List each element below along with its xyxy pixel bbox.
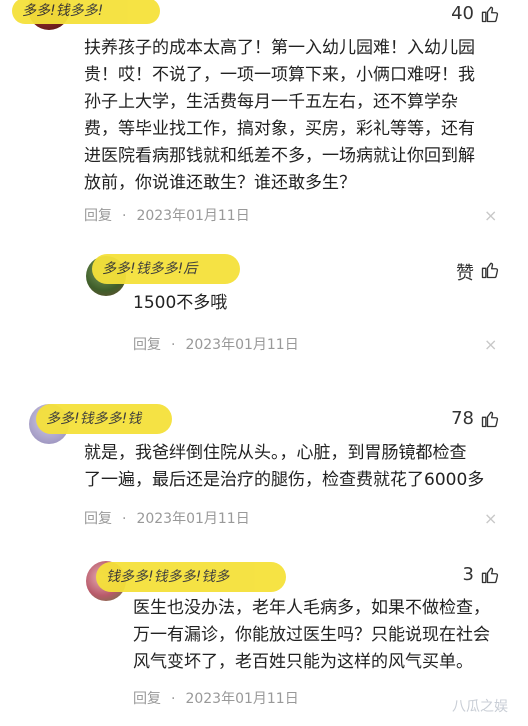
text-line: 了一遍，最后还是治疗的腿伤，检查费就花了6000多 (84, 470, 485, 490)
text-line: 进医院看病那钱就和纸差不多，一场病就让你回到解 (84, 146, 475, 166)
separator: · (122, 511, 127, 527)
close-icon[interactable]: × (484, 509, 497, 528)
comment-meta: 回复 · 2023年01月11日 (84, 508, 250, 528)
thumbs-up-icon[interactable] (480, 260, 500, 280)
comment-text: 1500不多哦 (133, 290, 513, 317)
text-line: 医生也没办法，老年人毛病多，如果不做检查， (133, 598, 490, 618)
like-count: 78 (451, 408, 474, 429)
reply-button[interactable]: 回复 (84, 511, 112, 527)
text-line: 放前，你说谁还敢生？谁还敢多生？ (84, 173, 356, 193)
watermark: 八瓜之娱 (452, 699, 508, 715)
username-badge[interactable]: 多多!钱多多!后 (92, 254, 240, 284)
comment-date: 2023年01月11日 (136, 208, 250, 224)
close-icon[interactable]: × (484, 206, 497, 225)
text-line: 孙子上大学，生活费每月一千五左右，还不算学杂 (84, 92, 458, 112)
reply-button[interactable]: 回复 (133, 691, 161, 707)
text-line: 费，等毕业找工作，搞对象，买房，彩礼等等，还有 (84, 119, 475, 139)
text-line: 风气变坏了，老百姓只能为这样的风气买单。 (133, 652, 473, 672)
separator: · (122, 208, 127, 224)
thumbs-up-icon[interactable] (480, 409, 500, 429)
reply-button[interactable]: 回复 (133, 337, 161, 353)
separator: · (171, 691, 176, 707)
text-line: 就是，我爸绊倒住院从头。，心脏，到胃肠镜都检查 (84, 443, 467, 463)
thumbs-up-icon[interactable] (480, 565, 500, 585)
reply-button[interactable]: 回复 (84, 208, 112, 224)
separator: · (171, 337, 176, 353)
like-count: 40 (451, 3, 474, 24)
comment-meta: 回复 · 2023年01月11日 (133, 688, 299, 708)
comment-text: 医生也没办法，老年人毛病多，如果不做检查， 万一有漏诊，你能放过医生吗？只能说现… (133, 595, 518, 676)
username-badge[interactable]: 多多!钱多多! (12, 0, 160, 24)
text-line: 万一有漏诊，你能放过医生吗？只能说现在社会 (133, 625, 490, 645)
comment-text: 扶养孩子的成本太高了！第一入幼儿园难！入幼儿园 贵！哎！不说了，一项一项算下来，… (84, 35, 514, 197)
like-count: 3 (462, 564, 474, 585)
text-line: 贵！哎！不说了，一项一项算下来，小俩口难呀！我 (84, 65, 475, 85)
like-label: 赞 (456, 263, 474, 284)
close-icon[interactable]: × (484, 335, 497, 354)
username-badge[interactable]: 多多!钱多多!钱 (36, 404, 172, 434)
text-line: 扶养孩子的成本太高了！第一入幼儿园难！入幼儿园 (84, 38, 475, 58)
comment-meta: 回复 · 2023年01月11日 (84, 205, 250, 225)
comment-date: 2023年01月11日 (185, 691, 299, 707)
comment-text: 就是，我爸绊倒住院从头。，心脏，到胃肠镜都检查 了一遍，最后还是治疗的腿伤，检查… (84, 440, 520, 494)
comment-date: 2023年01月11日 (185, 337, 299, 353)
username-badge[interactable]: 钱多多!钱多多!钱多 (96, 562, 286, 592)
comment-meta: 回复 · 2023年01月11日 (133, 334, 299, 354)
thumbs-up-icon[interactable] (480, 4, 500, 24)
text-line: 1500不多哦 (133, 293, 228, 313)
comment-date: 2023年01月11日 (136, 511, 250, 527)
